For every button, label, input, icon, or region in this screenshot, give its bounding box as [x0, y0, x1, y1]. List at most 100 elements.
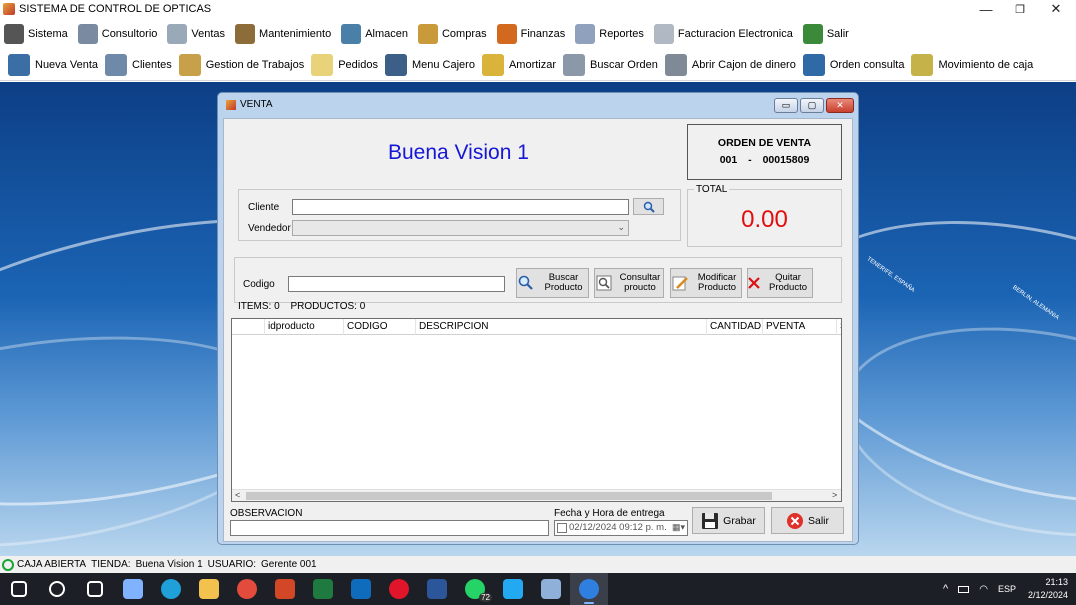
salir-label: Salir [807, 514, 829, 527]
minimize-button[interactable]: — [968, 0, 1004, 18]
toolbar-movimiento-de-caja-button[interactable]: Movimiento de caja [911, 53, 1034, 76]
edge-taskbar-button[interactable] [152, 573, 190, 605]
dialog-client-area: Buena Vision 1 ORDEN DE VENTA 001 - 0001… [223, 118, 853, 542]
grid-horizontal-scrollbar[interactable]: < > [232, 489, 841, 501]
restore-button[interactable]: ❐ [1002, 0, 1038, 18]
task-view-taskbar-button[interactable] [76, 573, 114, 605]
menu-item-consultorio[interactable]: Consultorio [77, 23, 157, 44]
grid-header-cell[interactable]: PVENTA [763, 319, 837, 335]
menu-item-reportes[interactable]: Reportes [575, 23, 644, 44]
grid-header-cell[interactable]: idproducto [265, 319, 344, 335]
grid-header-cell[interactable]: DESCRIPCION [416, 319, 707, 335]
outlook-taskbar-button[interactable] [342, 573, 380, 605]
observacion-input[interactable] [230, 520, 549, 536]
toolbar-orden-consulta-button[interactable]: Orden consulta [802, 53, 905, 76]
menu-item-finanzas[interactable]: Finanzas [496, 23, 565, 44]
calendar-icon[interactable]: ▦▾ [672, 522, 685, 533]
modificar-producto-button[interactable]: Modificar Producto [670, 268, 742, 298]
menu-item-label: Sistema [28, 27, 68, 40]
grid-header-cell[interactable]: CODIGO [344, 319, 416, 335]
optics-app-icon [579, 579, 599, 599]
toolbar-button-label: Pedidos [338, 58, 378, 71]
menu-item-mantenimiento[interactable]: Mantenimiento [235, 23, 331, 44]
clock-time: 21:13 [1045, 577, 1068, 587]
edit-pencil-icon [672, 276, 688, 291]
menu-item-label: Reportes [599, 27, 644, 40]
modificar-producto-label: Modificar Producto [697, 272, 737, 293]
tienda-value: Buena Vision 1 [135, 559, 203, 570]
vendedor-select[interactable]: ⌄ [292, 220, 629, 236]
menu-item-facturacion-electronica[interactable]: Facturacion Electronica [653, 23, 793, 44]
menu-item-ventas[interactable]: Ventas [167, 23, 225, 44]
venta-dialog: VENTA ▭ ▢ ✕ Buena Vision 1 ORDEN DE VENT… [217, 92, 859, 545]
chrome-taskbar-button[interactable] [228, 573, 266, 605]
windows-start-taskbar-button[interactable] [0, 573, 38, 605]
toolbar-nueva-venta-button[interactable]: Nueva Venta [8, 53, 98, 76]
language-indicator[interactable]: ESP [998, 584, 1016, 594]
toolbar-buscar-orden-button[interactable]: Buscar Orden [563, 53, 658, 76]
toolbar-button-label: Orden consulta [829, 58, 905, 71]
copilot-icon [123, 579, 143, 599]
floppy-disk-icon [702, 512, 719, 529]
toolbar-gestion-de-trabajos-button[interactable]: Gestion de Trabajos [178, 53, 304, 76]
grid-header-cell[interactable]: S [837, 319, 841, 335]
menu-item-almacen[interactable]: Almacen [341, 23, 408, 44]
dialog-close-button[interactable]: ✕ [826, 98, 854, 113]
boxes-icon [417, 23, 438, 44]
house-icon [341, 23, 362, 44]
toolbar-amortizar-button[interactable]: Amortizar [481, 53, 556, 76]
whatsapp-taskbar-button[interactable]: 72 [456, 573, 494, 605]
scroll-right-icon[interactable]: > [832, 490, 837, 500]
notepad-app-taskbar-button[interactable] [532, 573, 570, 605]
notification-badge: 72 [479, 593, 492, 602]
toolbar-clientes-button[interactable]: Clientes [105, 53, 172, 76]
dialog-maximize-button[interactable]: ▢ [800, 98, 824, 113]
close-button[interactable]: ✕ [1038, 0, 1074, 18]
word-icon [427, 579, 447, 599]
search-taskbar-button[interactable] [38, 573, 76, 605]
quitar-producto-button[interactable]: Quitar Producto [747, 268, 813, 298]
counts-line: ITEMS: 0 PRODUCTOS: 0 [238, 301, 365, 312]
chevron-up-icon[interactable]: ^ [943, 583, 948, 595]
menu-item-compras[interactable]: Compras [417, 23, 487, 44]
toolbar-pedidos-button[interactable]: Pedidos [311, 53, 378, 76]
toolbar-button-label: Abrir Cajon de dinero [691, 58, 796, 71]
bar-chart-icon [496, 23, 517, 44]
dialog-minimize-button[interactable]: ▭ [774, 98, 798, 113]
products-grid[interactable]: idproducto CODIGO DESCRIPCION CANTIDAD P… [231, 318, 842, 502]
copilot-taskbar-button[interactable] [114, 573, 152, 605]
toolbar-abrir-cajon-de-dinero-button[interactable]: Abrir Cajon de dinero [664, 53, 796, 76]
vscode-taskbar-button[interactable] [494, 573, 532, 605]
cliente-input[interactable] [292, 199, 629, 215]
word-taskbar-button[interactable] [418, 573, 456, 605]
taskbar-clock[interactable]: 21:13 2/12/2024 [1028, 576, 1068, 602]
exit-door-icon [802, 23, 823, 44]
buscar-producto-button[interactable]: Buscar Producto [516, 268, 589, 298]
powerpoint-icon [275, 579, 295, 599]
menu-item-sistema[interactable]: Sistema [4, 23, 68, 44]
tools-icon [235, 23, 256, 44]
search-client-button[interactable] [633, 198, 664, 215]
file-explorer-taskbar-button[interactable] [190, 573, 228, 605]
fecha-picker[interactable]: 02/12/2024 09:12 p. m. ▦▾ [554, 520, 688, 536]
toolbar-menu-cajero-button[interactable]: Menu Cajero [384, 53, 475, 76]
codigo-input[interactable] [288, 276, 505, 292]
powerpoint-taskbar-button[interactable] [266, 573, 304, 605]
excel-taskbar-button[interactable] [304, 573, 342, 605]
grid-header-cell[interactable]: CANTIDAD [707, 319, 763, 335]
total-box: TOTAL 0.00 [687, 184, 842, 247]
scroll-left-icon[interactable]: < [235, 490, 240, 500]
toolbar-button-label: Movimiento de caja [938, 58, 1034, 71]
optics-app-taskbar-button[interactable] [570, 573, 608, 605]
scrollbar-thumb[interactable] [246, 492, 772, 500]
fecha-checkbox[interactable] [557, 523, 567, 533]
patient-icon [802, 53, 825, 76]
wifi-icon[interactable]: ◠ [979, 584, 988, 595]
check-circle-icon [2, 558, 14, 571]
menu-item-salir[interactable]: Salir [802, 23, 849, 44]
salir-button[interactable]: Salir [771, 507, 844, 534]
grabar-button[interactable]: Grabar [692, 507, 765, 534]
battery-icon[interactable] [958, 585, 970, 593]
opera-taskbar-button[interactable] [380, 573, 418, 605]
consultar-producto-button[interactable]: Consultar proucto [594, 268, 664, 298]
